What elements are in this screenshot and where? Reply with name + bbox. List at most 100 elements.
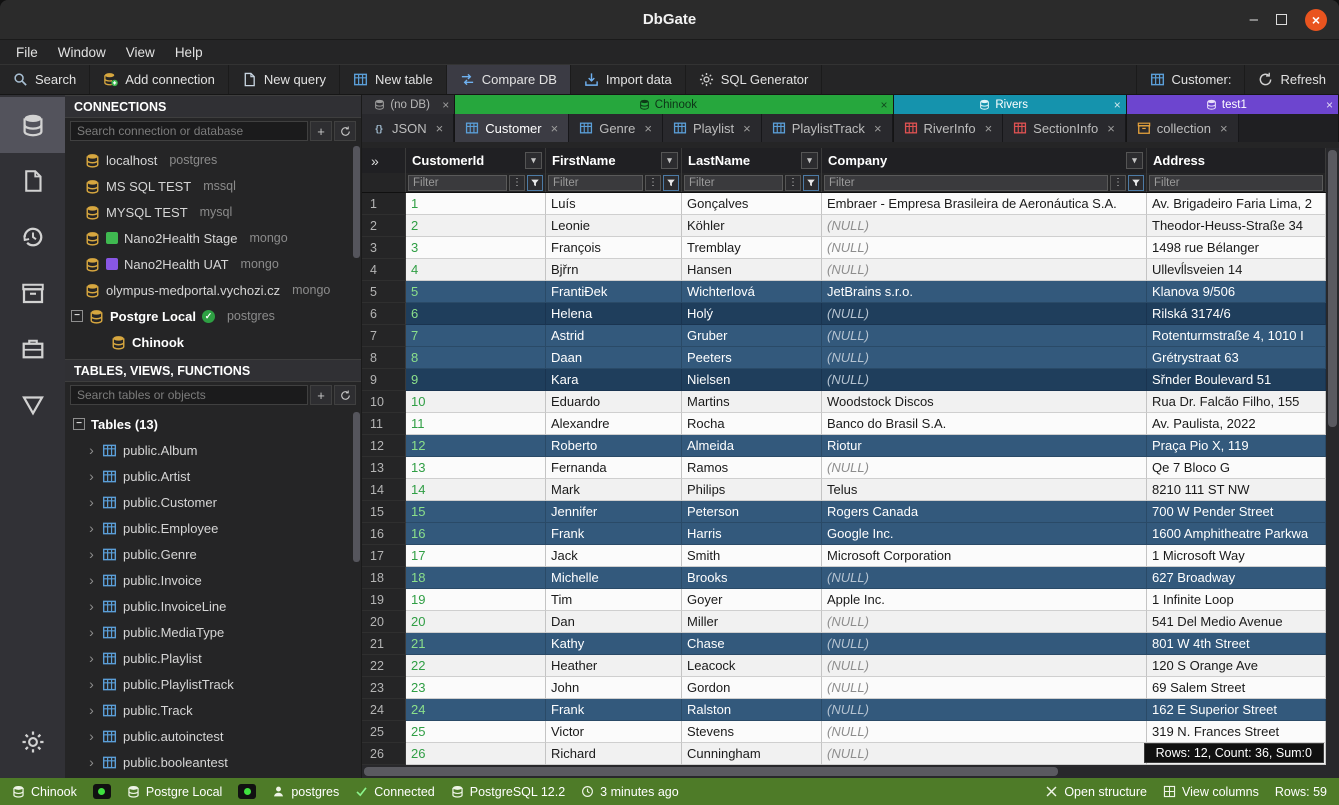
activitybar-settings[interactable] <box>0 714 65 770</box>
column-header-address[interactable]: Address <box>1147 148 1326 173</box>
cell-id[interactable]: 5 <box>406 281 546 303</box>
activitybar-connections[interactable] <box>0 97 65 153</box>
table-public-artist[interactable]: ›public.Artist <box>65 463 361 489</box>
horizontal-scrollbar-thumb[interactable] <box>364 767 1058 776</box>
cell-id[interactable]: 4 <box>406 259 546 281</box>
add-table-small-button[interactable]: + <box>310 385 332 405</box>
cell-first[interactable]: Eduardo <box>546 391 682 413</box>
close-tab-icon[interactable]: × <box>1107 121 1115 136</box>
filter-input-address[interactable] <box>1149 175 1323 191</box>
column-dropdown-icon[interactable]: ▾ <box>801 152 818 169</box>
cell-address[interactable]: 541 Del Medio Avenue <box>1147 611 1326 633</box>
cell-last[interactable]: Leacock <box>682 655 822 677</box>
tab-json[interactable]: {}JSON× <box>362 114 454 142</box>
cell-last[interactable]: Goyer <box>682 589 822 611</box>
row-number[interactable]: 10 <box>362 391 406 413</box>
expand-chevron-icon[interactable]: › <box>87 546 96 562</box>
cell-first[interactable]: Heather <box>546 655 682 677</box>
connection-ms-sql-test[interactable]: MS SQL TESTmssql <box>65 173 361 199</box>
activitybar-archive[interactable] <box>0 265 65 321</box>
cell-id[interactable]: 11 <box>406 413 546 435</box>
column-manager-button[interactable]: » <box>362 148 406 173</box>
filter-menu-icon[interactable]: ⋮ <box>645 175 661 191</box>
cell-company[interactable]: (NULL) <box>822 567 1147 589</box>
cell-last[interactable]: Ramos <box>682 457 822 479</box>
cell-id[interactable]: 7 <box>406 325 546 347</box>
cell-first[interactable]: Victor <box>546 721 682 743</box>
cell-address[interactable]: 162 E Superior Street <box>1147 699 1326 721</box>
cell-first[interactable]: Helena <box>546 303 682 325</box>
filter-input-firstname[interactable] <box>548 175 643 191</box>
cell-address[interactable]: Qe 7 Bloco G <box>1147 457 1326 479</box>
cell-last[interactable]: Martins <box>682 391 822 413</box>
cell-id[interactable]: 9 <box>406 369 546 391</box>
menu-window[interactable]: Window <box>48 43 116 62</box>
menu-view[interactable]: View <box>116 43 165 62</box>
toolbar-sql-generator-button[interactable]: SQL Generator <box>686 65 823 94</box>
expand-chevron-icon[interactable]: › <box>87 702 96 718</box>
row-number[interactable]: 25 <box>362 721 406 743</box>
cell-company[interactable]: (NULL) <box>822 259 1147 281</box>
cell-first[interactable]: Leonie <box>546 215 682 237</box>
cell-last[interactable]: Wichterlová <box>682 281 822 303</box>
cell-last[interactable]: Smith <box>682 545 822 567</box>
expand-chevron-icon[interactable]: › <box>87 754 96 770</box>
cell-first[interactable]: FrantiĐek <box>546 281 682 303</box>
row-number[interactable]: 21 <box>362 633 406 655</box>
cell-first[interactable]: Luís <box>546 193 682 215</box>
cell-first[interactable]: Daan <box>546 347 682 369</box>
connections-scrollbar-thumb[interactable] <box>353 146 360 258</box>
cell-company[interactable]: Telus <box>822 479 1147 501</box>
filter-funnel-icon[interactable] <box>527 175 543 191</box>
cell-id[interactable]: 14 <box>406 479 546 501</box>
row-number[interactable]: 16 <box>362 523 406 545</box>
cell-company[interactable]: (NULL) <box>822 457 1147 479</box>
cell-address[interactable]: Rilská 3174/6 <box>1147 303 1326 325</box>
tab-playlist[interactable]: Playlist× <box>663 114 762 142</box>
cell-last[interactable]: Peeters <box>682 347 822 369</box>
tab-playlisttrack[interactable]: PlaylistTrack× <box>762 114 893 142</box>
cell-address[interactable]: Rotenturmstraße 4, 1010 I <box>1147 325 1326 347</box>
status-postgresql-12-2[interactable]: PostgreSQL 12.2 <box>451 785 565 799</box>
cell-address[interactable]: Rua Dr. Falcão Filho, 155 <box>1147 391 1326 413</box>
row-number[interactable]: 11 <box>362 413 406 435</box>
toolbar-add-connection-button[interactable]: Add connection <box>90 65 229 94</box>
cell-first[interactable]: François <box>546 237 682 259</box>
row-number[interactable]: 2 <box>362 215 406 237</box>
maximize-button[interactable] <box>1276 14 1287 25</box>
cell-address[interactable]: Av. Paulista, 2022 <box>1147 413 1326 435</box>
cell-last[interactable]: Gonçalves <box>682 193 822 215</box>
cell-last[interactable]: Tremblay <box>682 237 822 259</box>
table-public-playlist[interactable]: ›public.Playlist <box>65 645 361 671</box>
close-tab-icon[interactable]: × <box>743 121 751 136</box>
cell-company[interactable]: (NULL) <box>822 655 1147 677</box>
table-public-invoiceline[interactable]: ›public.InvoiceLine <box>65 593 361 619</box>
cell-company[interactable]: Banco do Brasil S.A. <box>822 413 1147 435</box>
connection-olympus-medportal-vychozi-cz[interactable]: olympus-medportal.vychozi.czmongo <box>65 277 361 303</box>
cell-id[interactable]: 18 <box>406 567 546 589</box>
cell-company[interactable]: JetBrains s.r.o. <box>822 281 1147 303</box>
row-number[interactable]: 22 <box>362 655 406 677</box>
tab-genre[interactable]: Genre× <box>569 114 663 142</box>
cell-address[interactable]: Theodor-Heuss-Straße 34 <box>1147 215 1326 237</box>
table-public-mediatype[interactable]: ›public.MediaType <box>65 619 361 645</box>
status-chinook[interactable]: Chinook <box>12 785 77 799</box>
cell-id[interactable]: 16 <box>406 523 546 545</box>
filter-funnel-icon[interactable] <box>803 175 819 191</box>
cell-id[interactable]: 21 <box>406 633 546 655</box>
row-number[interactable]: 3 <box>362 237 406 259</box>
toolbar-refresh-button[interactable]: Refresh <box>1244 65 1339 94</box>
column-header-firstname[interactable]: FirstName▾ <box>546 148 682 173</box>
cell-address[interactable]: Grétrystraat 63 <box>1147 347 1326 369</box>
toolbar-customer-button[interactable]: Customer: <box>1136 65 1245 94</box>
column-header-customerid[interactable]: CustomerId▾ <box>406 148 546 173</box>
activitybar-history[interactable] <box>0 209 65 265</box>
cell-address[interactable]: 1 Microsoft Way <box>1147 545 1326 567</box>
connection-chinook[interactable]: Chinook <box>65 329 361 355</box>
row-number[interactable]: 12 <box>362 435 406 457</box>
tab-group-no-db[interactable]: (no DB)× <box>362 95 454 114</box>
cell-first[interactable]: Frank <box>546 523 682 545</box>
cell-company[interactable]: (NULL) <box>822 369 1147 391</box>
cell-last[interactable]: Brooks <box>682 567 822 589</box>
tab-group-test1[interactable]: test1× <box>1127 95 1338 114</box>
